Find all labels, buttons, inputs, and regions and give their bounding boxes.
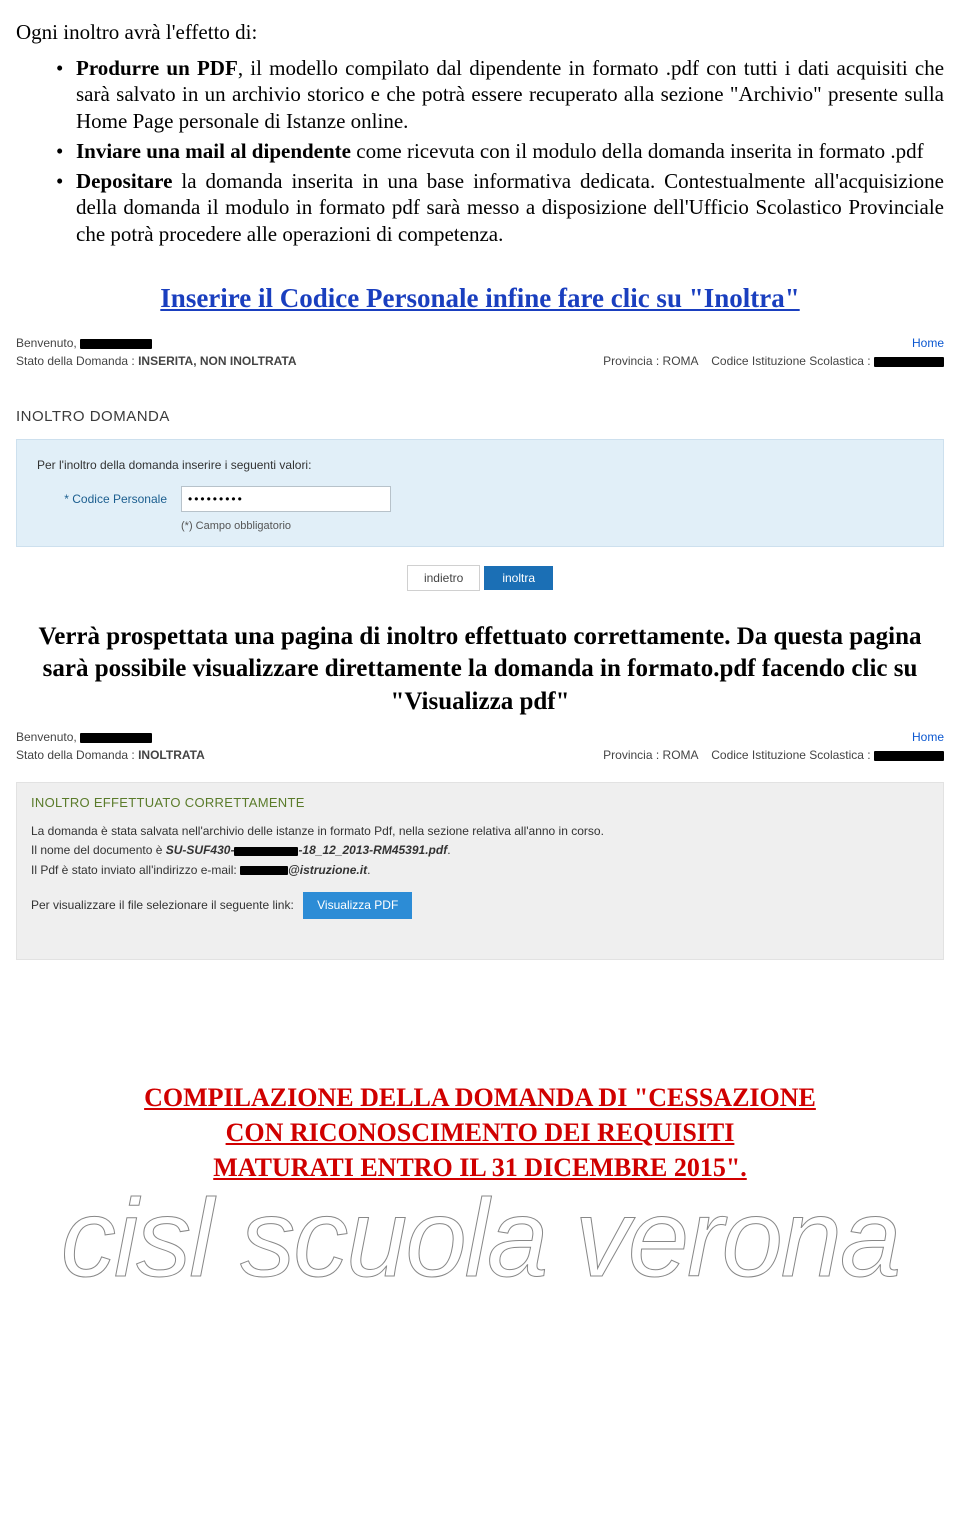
redacted-doc [234, 847, 298, 856]
state-label-2: Stato della Domanda : [16, 748, 135, 762]
mandatory-note: (*) Campo obbligatorio [181, 520, 923, 532]
state-label: Stato della Domanda : [16, 354, 135, 368]
codice-personale-label: * Codice Personale [37, 492, 167, 506]
codice-personale-input[interactable] [181, 486, 391, 512]
bullet-2: Inviare una mail al dipendente come rice… [76, 138, 944, 164]
red-heading: COMPILAZIONE DELLA DOMANDA DI "CESSAZION… [16, 1080, 944, 1185]
state-value-2: INOLTRATA [138, 748, 205, 762]
prov-value: ROMA [663, 354, 698, 368]
codist-label: Codice Istituzione Scolastica : [711, 354, 870, 368]
bullet-1-strong: Produrre un PDF [76, 56, 238, 80]
bullet-2-rest: come ricevuta con il modulo della domand… [356, 139, 923, 163]
red-line2: CON RICONOSCIMENTO DEI REQUISITI [226, 1118, 735, 1147]
redacted-codist-2 [874, 751, 944, 761]
bullet-3-rest: la domanda inserita in una base informat… [76, 169, 944, 246]
success-line2a: Il nome del documento è [31, 843, 166, 857]
heading-inserire-codice: Inserire il Codice Personale infine fare… [16, 283, 944, 314]
bullet-list: Produrre un PDF, il modello compilato da… [16, 55, 944, 247]
redacted-email [240, 866, 288, 875]
success-line4: Per visualizzare il file selezionare il … [31, 898, 294, 912]
success-line1: La domanda è stata salvata nell'archivio… [31, 822, 929, 841]
home-link[interactable]: Home [912, 336, 944, 350]
redacted-name-2 [80, 733, 152, 743]
home-link-2[interactable]: Home [912, 730, 944, 744]
welcome-label: Benvenuto, [16, 336, 77, 350]
success-title: INOLTRO EFFETTUATO CORRETTAMENTE [17, 783, 943, 816]
inoltra-button[interactable]: inoltra [484, 566, 553, 590]
blue-panel: Per l'inoltro della domanda inserire i s… [16, 439, 944, 547]
bullet-3-strong: Depositare [76, 169, 181, 193]
bullet-2-strong: Inviare una mail al dipendente [76, 139, 356, 163]
prov-label-2: Provincia : [603, 748, 659, 762]
success-line3: Il Pdf è stato inviato all'indirizzo e-m… [31, 861, 929, 880]
bullet-3: Depositare la domanda inserita in una ba… [76, 168, 944, 247]
success-docsuffix: -18_12_2013-RM45391.pdf [298, 843, 447, 857]
grey-success-panel: INOLTRO EFFETTUATO CORRETTAMENTE La doma… [16, 782, 944, 960]
welcome-label-2: Benvenuto, [16, 730, 77, 744]
codist-label-2: Codice Istituzione Scolastica : [711, 748, 870, 762]
prov-label: Provincia : [603, 354, 659, 368]
panel-title-inoltro: INOLTRO DOMANDA [16, 408, 944, 425]
success-docprefix: SU-SUF430- [166, 843, 235, 857]
black-confirmation-text: Verrà prospettata una pagina di inoltro … [16, 621, 944, 719]
prov-value-2: ROMA [663, 748, 698, 762]
screenshot-inoltro-domanda: Benvenuto, Home Stato della Domanda : IN… [16, 334, 944, 591]
success-line3a: Il Pdf è stato inviato all'indirizzo e-m… [31, 863, 240, 877]
red-line1: COMPILAZIONE DELLA DOMANDA DI "CESSAZION… [144, 1083, 816, 1112]
red-line3: MATURATI ENTRO IL 31 DICEMBRE 2015". [213, 1153, 747, 1182]
success-emaildomain: @istruzione.it [288, 863, 367, 877]
redacted-name [80, 339, 152, 349]
visualizza-pdf-button[interactable]: Visualizza PDF [303, 892, 412, 919]
redacted-codist [874, 357, 944, 367]
success-line2: Il nome del documento è SU-SUF430- -18_12… [31, 841, 929, 860]
bullet-1: Produrre un PDF, il modello compilato da… [76, 55, 944, 134]
intro-text: Ogni inoltro avrà l'effetto di: [16, 20, 944, 45]
watermark-text: cisl scuola verona [16, 1189, 944, 1288]
panel-intro: Per l'inoltro della domanda inserire i s… [37, 458, 923, 472]
screenshot-inoltro-effettuato: Benvenuto, Home Stato della Domanda : IN… [16, 728, 944, 960]
state-value: INSERITA, NON INOLTRATA [138, 354, 296, 368]
indietro-button[interactable]: indietro [407, 565, 480, 591]
